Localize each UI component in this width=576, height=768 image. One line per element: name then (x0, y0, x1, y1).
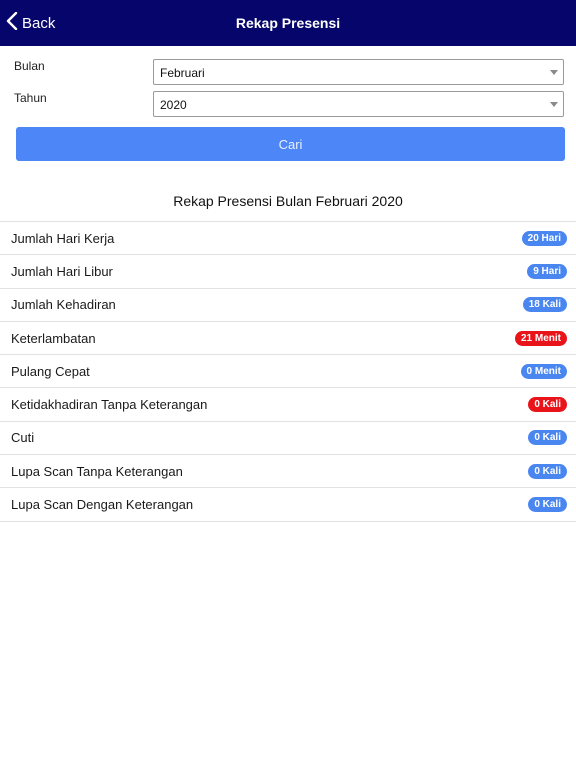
list-item: Lupa Scan Dengan Keterangan 0 Kali (0, 488, 576, 522)
value-badge: 18 Kali (522, 297, 567, 313)
item-label: Jumlah Hari Libur (11, 263, 113, 279)
value-badge: 9 Hari (527, 263, 567, 279)
bulan-row: Bulan Februari (0, 59, 576, 87)
value-badge: 0 Kali (528, 497, 567, 513)
back-button[interactable]: Back (6, 0, 55, 46)
item-label: Cuti (11, 430, 35, 446)
item-label: Keterlambatan (11, 330, 96, 346)
list-item: Cuti 0 Kali (0, 422, 576, 456)
tahun-select-value: 2020 (160, 98, 187, 112)
list-item: Ketidakhadiran Tanpa Keterangan 0 Kali (0, 388, 576, 422)
item-label: Jumlah Kehadiran (11, 297, 116, 313)
bulan-label: Bulan (14, 59, 45, 73)
item-label: Lupa Scan Tanpa Keterangan (11, 463, 183, 479)
item-label: Ketidakhadiran Tanpa Keterangan (11, 397, 208, 413)
navigation-bar: Back Rekap Presensi (0, 0, 576, 46)
value-badge: 0 Kali (528, 397, 567, 413)
list-item: Jumlah Hari Libur 9 Hari (0, 255, 576, 289)
tahun-row: Tahun 2020 (0, 91, 576, 119)
tahun-label: Tahun (14, 91, 47, 105)
back-label: Back (22, 14, 56, 32)
value-badge: 20 Hari (521, 230, 567, 246)
tahun-select[interactable]: 2020 (153, 91, 564, 117)
list-item: Pulang Cepat 0 Menit (0, 355, 576, 389)
list-item: Jumlah Kehadiran 18 Kali (0, 289, 576, 322)
value-badge: 21 Menit (514, 330, 567, 346)
value-badge: 0 Kali (528, 463, 567, 479)
list-item: Jumlah Hari Kerja 20 Hari (0, 222, 576, 256)
value-badge: 0 Kali (528, 430, 567, 446)
item-label: Pulang Cepat (11, 363, 90, 379)
list-item: Lupa Scan Tanpa Keterangan 0 Kali (0, 455, 576, 489)
bulan-select-value: Februari (160, 66, 205, 80)
chevron-left-icon (6, 11, 18, 34)
list-item: Keterlambatan 21 Menit (0, 322, 576, 356)
item-label: Lupa Scan Dengan Keterangan (11, 497, 194, 513)
item-label: Jumlah Hari Kerja (11, 230, 115, 246)
dropdown-caret-icon (550, 102, 558, 107)
value-badge: 0 Menit (520, 363, 567, 379)
bulan-select[interactable]: Februari (153, 59, 564, 85)
page-title: Rekap Presensi (235, 15, 341, 31)
summary-title: Rekap Presensi Bulan Februari 2020 (173, 193, 403, 209)
search-button[interactable]: Cari (16, 127, 565, 161)
dropdown-caret-icon (550, 70, 558, 75)
summary-list: Jumlah Hari Kerja 20 Hari Jumlah Hari Libu… (0, 221, 576, 522)
